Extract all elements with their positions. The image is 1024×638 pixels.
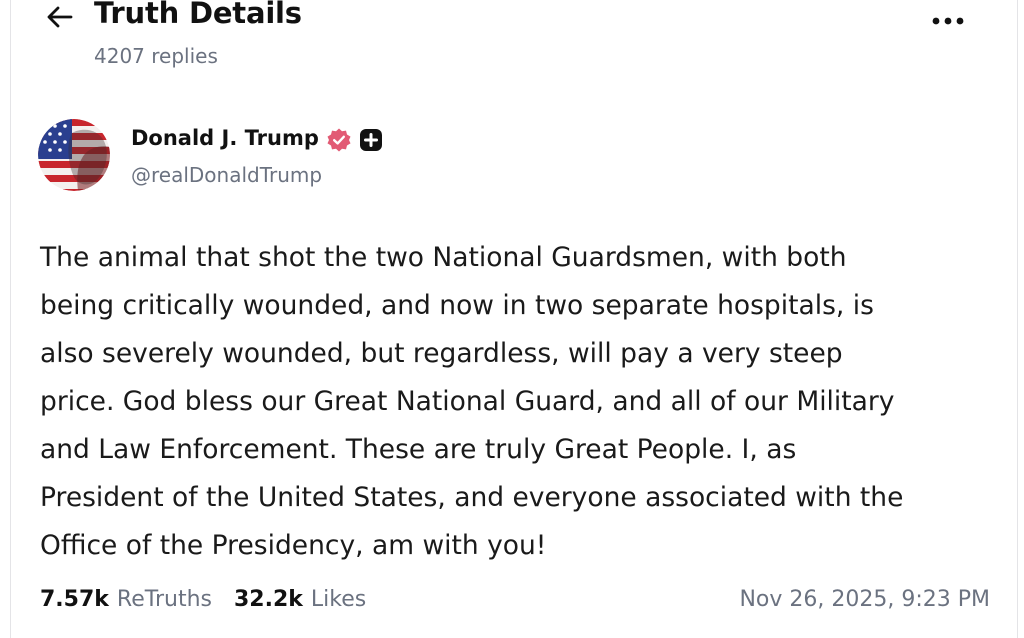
- verified-badge-icon: [327, 128, 351, 152]
- more-options-button[interactable]: [926, 6, 970, 36]
- post-line: Office of the Presidency, am with you!: [40, 530, 547, 561]
- post-line: being critically wounded, and now in two…: [40, 290, 874, 321]
- reply-count: 4207 replies: [94, 44, 218, 68]
- author-handle[interactable]: @realDonaldTrump: [131, 163, 322, 187]
- post-line: and Law Enforcement. These are truly Gre…: [40, 434, 797, 465]
- avatar-image: [38, 119, 110, 191]
- post-line: price. God bless our Great National Guar…: [40, 386, 895, 417]
- retruths-stat[interactable]: 7.57k ReTruths: [40, 587, 212, 612]
- page-title: Truth Details: [94, 0, 302, 30]
- plus-badge-icon: [360, 129, 382, 151]
- post-line: The animal that shot the two National Gu…: [40, 242, 847, 273]
- post-line: also severely wounded, but regardless, w…: [40, 338, 843, 369]
- arrow-left-icon: [47, 6, 73, 28]
- retruths-count: 7.57k: [40, 587, 109, 612]
- post-stats: 7.57k ReTruths 32.2k Likes: [40, 587, 388, 612]
- author-name[interactable]: Donald J. Trump: [131, 126, 319, 150]
- retruths-label: ReTruths: [116, 587, 212, 612]
- likes-count: 32.2k: [233, 587, 303, 612]
- likes-label: Likes: [310, 587, 367, 612]
- post-text: The animal that shot the two National Gu…: [40, 234, 990, 570]
- back-button[interactable]: [42, 0, 76, 34]
- post-timestamp: Nov 26, 2025, 9:23 PM: [739, 587, 990, 612]
- likes-stat[interactable]: 32.2k Likes: [234, 587, 366, 612]
- avatar[interactable]: [38, 119, 110, 191]
- more-horizontal-icon: [932, 17, 964, 25]
- post-line: President of the United States, and ever…: [40, 482, 904, 513]
